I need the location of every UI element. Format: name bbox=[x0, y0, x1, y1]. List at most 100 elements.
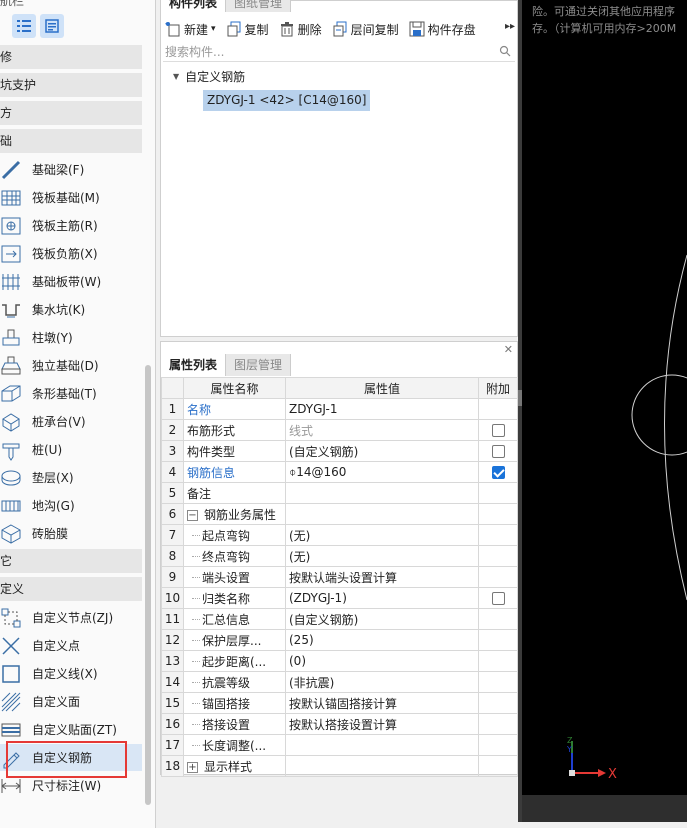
nav-item[interactable]: 自定义节点(ZJ) bbox=[0, 604, 142, 631]
nav-item[interactable]: 自定义贴面(ZT) bbox=[0, 716, 142, 743]
tree-collapse-icon[interactable]: ▼ bbox=[173, 72, 179, 81]
nav-item-label: 筏板负筋(X) bbox=[32, 247, 98, 261]
nav-item[interactable]: 桩承台(V) bbox=[0, 408, 142, 435]
property-value-cell[interactable]: (ZDYGJ-1) bbox=[285, 587, 479, 609]
extra-checkbox[interactable] bbox=[491, 424, 505, 437]
drawing-canvas[interactable]: 险。可通过关闭其他应用程序 存。（计算机可用内存>200M X Z Y bbox=[522, 0, 687, 828]
tab-drawing-management[interactable]: 图纸管理 bbox=[226, 0, 292, 12]
property-value-cell[interactable]: (自定义钢筋) bbox=[285, 440, 479, 462]
property-table: 属性名称 属性值 附加 1 名称 ZDYGJ-1 2 布筋形式 线式 3 构件类型 (自定义钢筋… bbox=[161, 377, 518, 777]
property-value-cell[interactable] bbox=[285, 734, 479, 756]
tab-property-list[interactable]: 属性列表 bbox=[161, 354, 227, 376]
delete-button[interactable]: 删除 bbox=[275, 18, 326, 40]
list-view-button[interactable] bbox=[12, 14, 36, 38]
property-value-cell[interactable] bbox=[285, 755, 479, 777]
property-row[interactable]: 7 起点弯钩 (无) bbox=[161, 524, 518, 546]
collapse-icon[interactable]: − bbox=[187, 509, 198, 521]
property-row[interactable]: 3 构件类型 (自定义钢筋) bbox=[161, 440, 518, 462]
nav-section-other[interactable]: 它 bbox=[0, 549, 142, 573]
nav-item[interactable]: 自定义点 bbox=[0, 632, 142, 659]
nav-item[interactable]: 地沟(G) bbox=[0, 492, 142, 519]
extra-checkbox[interactable] bbox=[491, 466, 505, 479]
row-number: 4 bbox=[161, 461, 184, 483]
property-value-cell[interactable]: (无) bbox=[285, 524, 479, 546]
property-value-cell[interactable]: 线式 bbox=[285, 419, 479, 441]
nav-section-header[interactable]: 修 bbox=[0, 45, 142, 69]
property-value-cell[interactable]: (0) bbox=[285, 650, 479, 672]
property-row[interactable]: 10 归类名称 (ZDYGJ-1) bbox=[161, 587, 518, 609]
property-row[interactable]: 5 备注 bbox=[161, 482, 518, 504]
toolbar-overflow-icon[interactable]: ▸▸ bbox=[505, 21, 515, 32]
property-row[interactable]: 11 汇总信息 (自定义钢筋) bbox=[161, 608, 518, 630]
property-row[interactable]: 14 抗震等级 (非抗震) bbox=[161, 671, 518, 693]
save-component-button[interactable]: 构件存盘 bbox=[405, 18, 480, 40]
nav-item[interactable]: 砖胎膜 bbox=[0, 520, 142, 547]
property-value-cell[interactable]: 按默认锚固搭接计算 bbox=[285, 692, 479, 714]
extra-checkbox[interactable] bbox=[491, 445, 505, 458]
tab-layer-management[interactable]: 图层管理 bbox=[226, 354, 292, 376]
property-row[interactable]: 13 起步距离(... (0) bbox=[161, 650, 518, 672]
new-button[interactable]: 新建 ▾ bbox=[161, 18, 220, 40]
property-value-cell[interactable]: ⌽14@160 bbox=[285, 461, 479, 483]
nav-item[interactable]: 柱墩(Y) bbox=[0, 324, 142, 351]
nav-item[interactable]: 筏板基础(M) bbox=[0, 184, 142, 211]
property-name: 显示样式 bbox=[204, 759, 253, 774]
floor-copy-button[interactable]: 层间复制 bbox=[328, 18, 403, 40]
property-row[interactable]: 4 钢筋信息 ⌽14@160 bbox=[161, 461, 518, 483]
property-row[interactable]: 2 布筋形式 线式 bbox=[161, 419, 518, 441]
floor-copy-button-label: 层间复制 bbox=[350, 22, 399, 37]
nav-item-label: 筏板主筋(R) bbox=[32, 219, 98, 233]
expand-icon[interactable]: + bbox=[187, 761, 198, 773]
nav-item[interactable]: 独立基础(D) bbox=[0, 352, 142, 379]
nav-item-icon bbox=[0, 523, 22, 545]
highlight-annotation-box bbox=[6, 741, 127, 778]
nav-item-label: 条形基础(T) bbox=[32, 387, 97, 401]
property-value-cell[interactable]: (25) bbox=[285, 629, 479, 651]
property-extra-cell bbox=[478, 608, 518, 630]
property-value-cell[interactable] bbox=[285, 482, 479, 504]
nav-item[interactable]: 基础梁(F) bbox=[0, 156, 142, 183]
property-row[interactable]: 6− 钢筋业务属性 bbox=[161, 503, 518, 525]
tree-item-zdygj-1[interactable]: ZDYGJ-1 <42> [C14@160] bbox=[203, 90, 371, 111]
property-value-cell[interactable] bbox=[285, 503, 479, 525]
property-value-cell[interactable]: (无) bbox=[285, 545, 479, 567]
search-icon[interactable] bbox=[499, 45, 511, 57]
property-value-cell[interactable]: 按默认搭接设置计算 bbox=[285, 713, 479, 735]
nav-item[interactable]: 桩(U) bbox=[0, 436, 142, 463]
property-row[interactable]: 15 锚固搭接 按默认锚固搭接计算 bbox=[161, 692, 518, 714]
nav-section-header[interactable]: 方 bbox=[0, 101, 142, 125]
row-number: 8 bbox=[161, 545, 184, 567]
nav-item[interactable]: 自定义线(X) bbox=[0, 660, 142, 687]
nav-item-icon bbox=[0, 159, 22, 181]
property-row[interactable]: 12 保护层厚... (25) bbox=[161, 629, 518, 651]
property-value-cell[interactable]: (自定义钢筋) bbox=[285, 608, 479, 630]
nav-item[interactable]: 垫层(X) bbox=[0, 464, 142, 491]
property-value-cell[interactable]: (非抗震) bbox=[285, 671, 479, 693]
nav-item[interactable]: 集水坑(K) bbox=[0, 296, 142, 323]
nav-item[interactable]: 基础板带(W) bbox=[0, 268, 142, 295]
property-row[interactable]: 9 端头设置 按默认端头设置计算 bbox=[161, 566, 518, 588]
close-icon[interactable]: ✕ bbox=[504, 343, 513, 356]
nav-section-custom[interactable]: 定义 bbox=[0, 577, 142, 601]
nav-scrollbar[interactable] bbox=[145, 365, 151, 805]
property-row[interactable]: 1 名称 ZDYGJ-1 bbox=[161, 398, 518, 420]
extra-checkbox[interactable] bbox=[491, 592, 505, 605]
tree-node-custom-rebar[interactable]: ▼ 自定义钢筋 bbox=[173, 67, 245, 85]
nav-item[interactable]: 筏板主筋(R) bbox=[0, 212, 142, 239]
nav-section-header[interactable]: 坑支护 bbox=[0, 73, 142, 97]
property-row[interactable]: 8 终点弯钩 (无) bbox=[161, 545, 518, 567]
tab-component-list[interactable]: 构件列表 bbox=[161, 0, 227, 12]
row-number: 17 bbox=[161, 734, 184, 756]
property-value-cell[interactable]: 按默认端头设置计算 bbox=[285, 566, 479, 588]
nav-item[interactable]: 筏板负筋(X) bbox=[0, 240, 142, 267]
detail-view-button[interactable] bbox=[40, 14, 64, 38]
property-row[interactable]: 17 长度调整(... bbox=[161, 734, 518, 756]
property-value-cell[interactable]: ZDYGJ-1 bbox=[285, 398, 479, 420]
nav-item[interactable]: 自定义面 bbox=[0, 688, 142, 715]
nav-section-header[interactable]: 础 bbox=[0, 129, 142, 153]
search-input[interactable] bbox=[163, 42, 483, 61]
property-row[interactable]: 16 搭接设置 按默认搭接设置计算 bbox=[161, 713, 518, 735]
nav-item[interactable]: 条形基础(T) bbox=[0, 380, 142, 407]
property-row[interactable]: 18 + 显示样式 bbox=[161, 755, 518, 777]
copy-button[interactable]: 复制 bbox=[222, 18, 273, 40]
